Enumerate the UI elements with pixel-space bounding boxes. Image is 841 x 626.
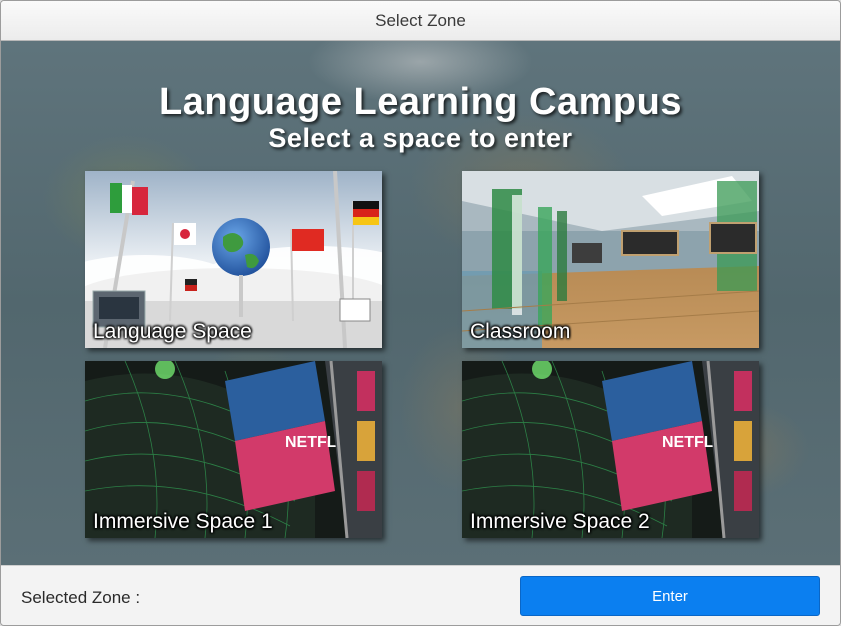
page-subtitle: Select a space to enter <box>268 123 573 153</box>
svg-text:NETFLI: NETFLI <box>662 434 718 451</box>
zone-tile-immersive-space-2[interactable]: NETFLI Immersive Space 2 <box>462 361 759 538</box>
world-map-background: Language Learning Campus Select a space … <box>1 41 840 565</box>
footer-bar: Selected Zone : Enter <box>1 565 840 625</box>
zone-tile-label: Classroom <box>470 320 571 343</box>
selected-zone-label: Selected Zone : <box>21 588 141 607</box>
page-title: Language Learning Campus <box>159 81 682 123</box>
zone-tile-language-space[interactable]: Language Space <box>85 171 382 348</box>
window-titlebar: Select Zone <box>1 1 840 41</box>
window-title: Select Zone <box>375 10 466 30</box>
select-zone-window: Select Zone Language Learning Campus Sel… <box>0 0 841 626</box>
zone-tile-immersive-space-1[interactable]: NETFLI Immersive Space 1 <box>85 361 382 538</box>
zone-tile-label: Immersive Space 2 <box>470 510 650 533</box>
enter-button[interactable]: Enter <box>520 576 820 616</box>
zone-tile-classroom[interactable]: Classroom <box>462 171 759 348</box>
zone-tile-label: Language Space <box>93 320 252 343</box>
svg-text:NETFLI: NETFLI <box>285 434 341 451</box>
zone-tile-label: Immersive Space 1 <box>93 510 273 533</box>
